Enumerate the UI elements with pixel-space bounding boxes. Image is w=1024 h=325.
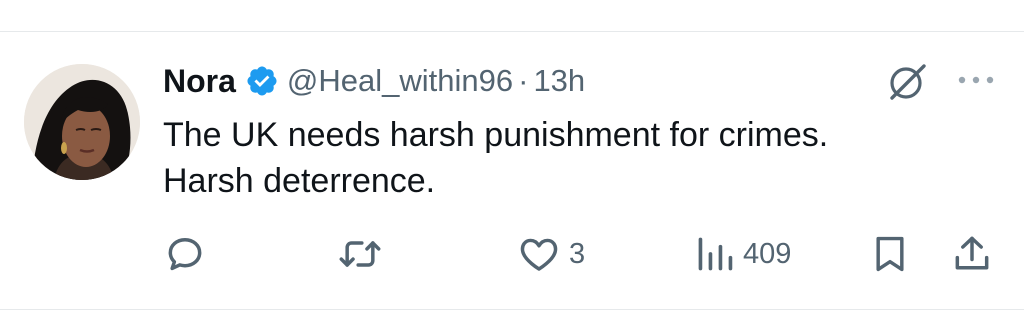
- separator-dot: ·: [518, 63, 529, 98]
- retweet-button[interactable]: [336, 232, 384, 276]
- views-button[interactable]: 409: [695, 232, 791, 276]
- tweet-text-line-2: Harsh deterrence.: [163, 162, 436, 200]
- tweet-header: Nora @Heal_within96 · 13h: [163, 58, 585, 104]
- like-count: 3: [569, 237, 586, 270]
- tweet-text-line-1: The UK needs harsh punishment for crimes…: [163, 116, 829, 154]
- grok-icon[interactable]: [884, 62, 930, 102]
- avatar-image: [24, 64, 140, 180]
- retweet-icon: [339, 241, 381, 267]
- tweet-text: The UK needs harsh punishment for crimes…: [163, 112, 963, 204]
- reply-button[interactable]: [163, 232, 207, 276]
- bottom-divider: [0, 309, 1024, 310]
- timestamp[interactable]: 13h: [533, 63, 585, 99]
- views-chart-icon: [698, 237, 733, 271]
- avatar[interactable]: [24, 64, 140, 180]
- author-handle[interactable]: @Heal_within96: [287, 63, 513, 99]
- share-button[interactable]: [950, 232, 994, 276]
- more-options-icon[interactable]: [955, 70, 997, 90]
- heart-icon: [520, 238, 558, 271]
- bookmark-icon: [876, 236, 904, 272]
- top-divider: [0, 31, 1024, 32]
- verified-badge-icon[interactable]: [245, 64, 279, 98]
- like-button[interactable]: 3: [517, 232, 585, 276]
- reply-icon: [168, 237, 202, 271]
- author-name[interactable]: Nora: [163, 63, 236, 100]
- views-count: 409: [743, 237, 792, 270]
- bookmark-button[interactable]: [870, 232, 910, 276]
- share-icon: [955, 236, 989, 270]
